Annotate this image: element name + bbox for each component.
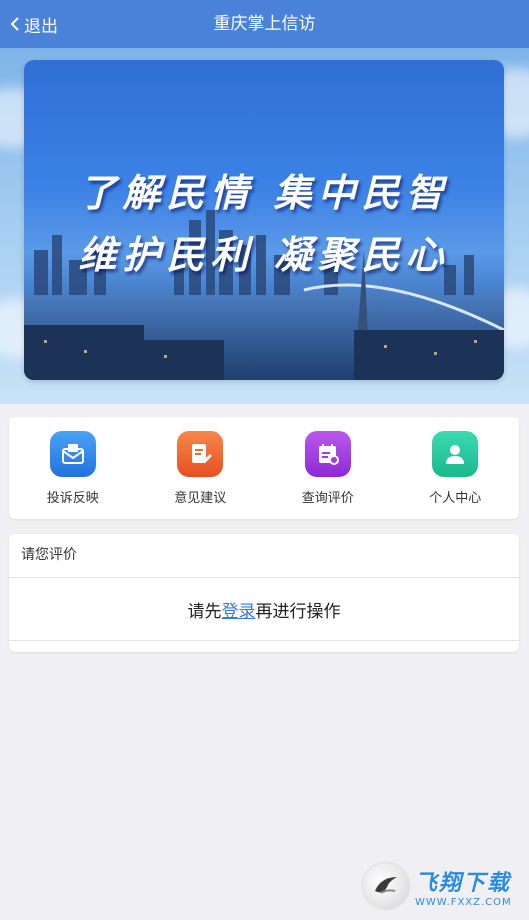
banner-slogan-line1: 了解民情 集中民智: [78, 170, 450, 215]
watermark-url: WWW.FXXZ.COM: [415, 896, 512, 908]
banner-slogan-line2: 维护民利 凝聚民心: [78, 232, 450, 277]
menu-label-suggestion: 意见建议: [174, 491, 227, 506]
banner-image: 了解民情 集中民智 维护民利 凝聚民心: [24, 60, 504, 380]
query-calendar-icon: [304, 431, 351, 477]
suggestion-edit-icon: [177, 431, 224, 477]
menu-label-complaint: 投诉反映: [46, 491, 99, 506]
evaluation-card: 请您评价 请先 登录 再进行操作: [9, 534, 519, 652]
watermark-logo-icon: [363, 863, 409, 909]
nav-bar: 退出 重庆掌上信访: [0, 0, 529, 48]
menu-label-personal: 个人中心: [429, 491, 482, 506]
complaint-envelope-icon: [49, 431, 96, 477]
function-menu: 投诉反映 意见建议 查询评价 个人中心: [9, 417, 519, 519]
login-link[interactable]: 登录: [222, 597, 256, 622]
menu-item-suggestion[interactable]: 意见建议: [137, 417, 265, 519]
person-icon: [432, 431, 479, 477]
menu-item-query[interactable]: 查询评价: [264, 417, 392, 519]
watermark: 飞翔下载 WWW.FXXZ.COM: [363, 862, 519, 910]
banner-area: 了解民情 集中民智 维护民利 凝聚民心: [0, 48, 529, 404]
menu-item-personal[interactable]: 个人中心: [392, 417, 520, 519]
city-skyline-icon: [24, 210, 504, 380]
prompt-before: 请先: [187, 601, 222, 622]
menu-label-query: 查询评价: [301, 491, 354, 506]
prompt-after: 再进行操作: [255, 601, 341, 622]
watermark-name: 飞翔下载: [415, 870, 512, 896]
evaluation-heading: 请您评价: [9, 534, 519, 578]
menu-item-complaint[interactable]: 投诉反映: [9, 417, 137, 519]
login-prompt: 请先 登录 再进行操作: [9, 578, 519, 641]
page-title: 重庆掌上信访: [213, 14, 316, 34]
